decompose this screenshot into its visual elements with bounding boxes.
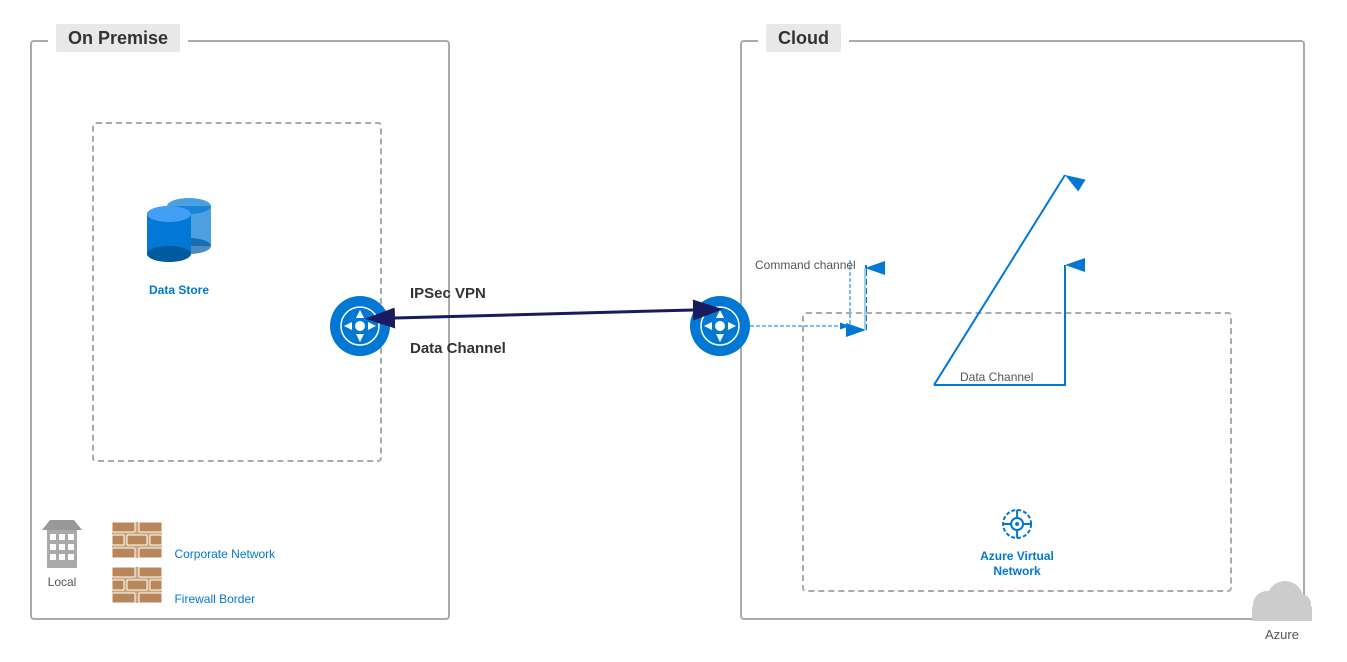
building-area: Local xyxy=(42,520,82,589)
cloud-box: Cloud Data Factory xyxy=(740,40,1305,620)
vpn-node-left xyxy=(330,296,390,356)
on-premise-inner-box: Data Store xyxy=(92,122,382,462)
data-channel-label-vpn: Data Channel xyxy=(410,340,506,357)
diagram-container: On Premise Data Store xyxy=(0,0,1347,662)
azure-vnet-icon xyxy=(992,504,1042,544)
vpn-node-right xyxy=(690,296,750,356)
azure-cloud-icon xyxy=(1247,577,1317,622)
firewall-area: Corporate Network Firewall Border xyxy=(112,522,275,608)
azure-label: Azure xyxy=(1247,627,1317,642)
command-channel-label: Command channel xyxy=(755,258,856,272)
data-store-icon xyxy=(134,184,224,274)
data-store-area: Data Store xyxy=(134,184,224,297)
firewall-icon xyxy=(112,522,162,558)
azure-cloud-area: Azure xyxy=(1247,577,1317,642)
cloud-inner-box: Azure VirtualNetwork xyxy=(802,312,1232,592)
azure-vnet-label: Azure VirtualNetwork xyxy=(980,549,1054,580)
firewall-border-icon xyxy=(112,567,162,603)
vpn-right-icon xyxy=(700,306,740,346)
on-premise-title: On Premise xyxy=(48,28,188,49)
ipsec-vpn-label: IPSec VPN xyxy=(410,285,486,302)
data-channel-cloud-label: Data Channel xyxy=(960,370,1033,384)
vpn-left-icon xyxy=(340,306,380,346)
azure-vnet-area: Azure VirtualNetwork xyxy=(980,504,1054,580)
building-icon xyxy=(42,520,82,570)
cloud-title: Cloud xyxy=(758,28,849,49)
